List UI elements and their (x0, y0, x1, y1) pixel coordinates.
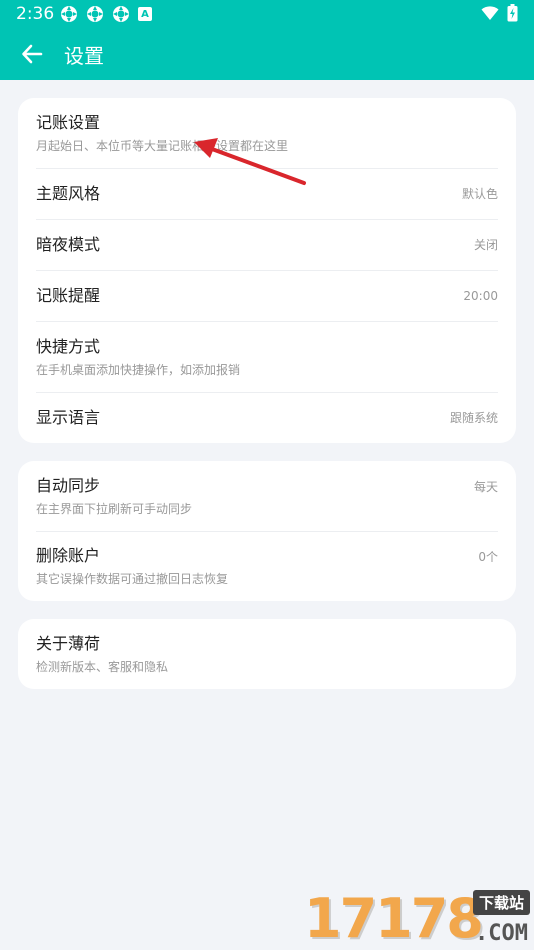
item-title: 关于薄荷 (36, 634, 101, 653)
status-notification-icons: A (60, 5, 152, 23)
watermark-tag: 下载站 (472, 890, 530, 915)
title-row: 设置 (0, 32, 534, 76)
item-subtitle: 在主界面下拉刷新可手动同步 (36, 502, 193, 516)
about-card: 关于薄荷 检测新版本、客服和隐私 (18, 619, 516, 689)
item-title: 暗夜模式 (36, 234, 101, 254)
item-title: 快捷方式 (36, 336, 101, 356)
item-title: 删除账户 (36, 546, 101, 565)
item-subtitle: 其它误操作数据可通过撤回日志恢复 (36, 572, 229, 586)
item-title: 记账提醒 (36, 285, 101, 305)
app-header: 2:36 A 设置 (0, 0, 534, 80)
sync-settings-card: 自动同步 在主界面下拉刷新可手动同步 每天 删除账户 其它误操作数据可通过撤回日… (18, 461, 516, 601)
item-value: 每天 (473, 480, 498, 494)
page-title: 设置 (64, 43, 104, 68)
item-value: 0个 (478, 550, 498, 564)
notification-icon (113, 6, 129, 22)
item-value: 默认色 (461, 187, 498, 201)
notification-icon (61, 6, 77, 22)
battery-charging-icon (507, 4, 518, 22)
item-subtitle: 月起始日、本位币等大量记账相关设置都在这里 (36, 139, 289, 153)
settings-item-accounting[interactable]: 记账设置 月起始日、本位币等大量记账相关设置都在这里 (18, 98, 516, 168)
settings-item-auto-sync[interactable]: 自动同步 在主界面下拉刷新可手动同步 每天 (18, 461, 516, 531)
notification-icon (87, 6, 103, 22)
watermark-digits: 17178 (304, 887, 484, 950)
settings-item-reminder[interactable]: 记账提醒 20:00 (18, 270, 516, 321)
item-value: 关闭 (473, 238, 498, 252)
item-subtitle: 检测新版本、客服和隐私 (36, 660, 169, 674)
status-system-icons (481, 4, 518, 22)
back-button[interactable] (14, 36, 50, 72)
settings-item-about[interactable]: 关于薄荷 检测新版本、客服和隐私 (18, 619, 516, 689)
settings-item-shortcuts[interactable]: 快捷方式 在手机桌面添加快捷操作，如添加报销 (18, 321, 516, 392)
item-title: 记账设置 (36, 113, 101, 132)
settings-item-language[interactable]: 显示语言 跟随系统 (18, 392, 516, 443)
item-title: 自动同步 (36, 476, 101, 495)
a-badge-icon: A (138, 7, 152, 21)
status-time: 2:36 (16, 4, 55, 24)
settings-item-dark-mode[interactable]: 暗夜模式 关闭 (18, 219, 516, 270)
general-settings-card: 记账设置 月起始日、本位币等大量记账相关设置都在这里 主题风格 默认色 暗夜模式… (18, 98, 516, 443)
arrow-left-icon (22, 44, 43, 64)
item-title: 显示语言 (36, 407, 101, 427)
settings-item-theme[interactable]: 主题风格 默认色 (18, 168, 516, 219)
item-title: 主题风格 (36, 183, 101, 203)
settings-item-deleted-accounts[interactable]: 删除账户 其它误操作数据可通过撤回日志恢复 0个 (18, 531, 516, 601)
item-value: 跟随系统 (449, 411, 498, 425)
watermark-suffix: .COM (475, 921, 528, 946)
wifi-icon (481, 6, 499, 20)
item-subtitle: 在手机桌面添加快捷操作，如添加报销 (36, 362, 241, 377)
watermark-logo: 17178 下载站 .COM (304, 890, 530, 948)
item-value: 20:00 (463, 288, 498, 303)
